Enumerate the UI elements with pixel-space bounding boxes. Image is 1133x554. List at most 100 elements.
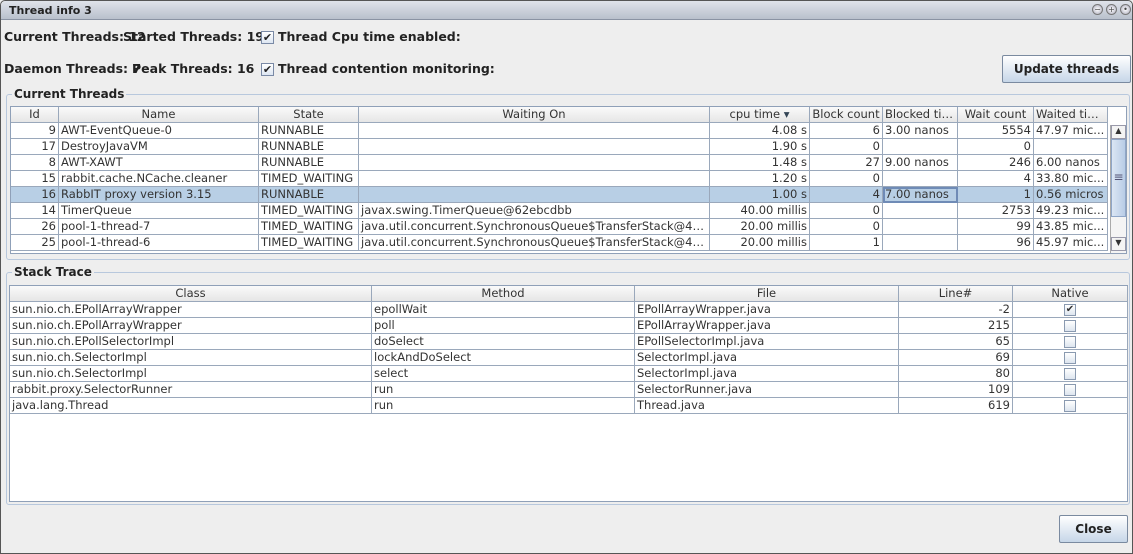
cell: 25 [11,235,59,251]
cell: TIMED_WAITING [259,235,359,251]
cell [883,219,958,235]
cell: 4.08 s [710,123,810,139]
cell: 7.00 nanos [883,187,958,203]
cell: 80 [899,366,1013,382]
cell [359,171,710,187]
column-header-method[interactable]: Method [372,286,635,302]
cell: 0 [810,203,883,219]
contention-checkbox[interactable]: ✔ [261,63,274,76]
column-header-wait-count[interactable]: Wait count [958,107,1034,123]
scroll-track[interactable] [1111,217,1126,237]
column-header-block-count[interactable]: Block count [810,107,883,123]
column-label: Waited time [1036,107,1106,121]
stack-trace-table[interactable]: Class Method File Line# Native sun.nio.ch.EPo… [9,285,1128,502]
cpu-time-label: Thread Cpu time enabled: [278,29,461,44]
table-row[interactable]: sun.nio.ch.EPollArrayWrapper poll EPollArr… [10,318,1128,334]
cell [1013,382,1128,398]
table-row[interactable]: java.lang.Thread run Thread.java 619 [10,398,1128,414]
cell: RUNNABLE [259,155,359,171]
checked-checkbox[interactable]: ✔ [1064,303,1076,316]
column-header-file[interactable]: File [635,286,899,302]
threads-table[interactable]: Id Name State Waiting On cpu time ▾ Block cou… [10,106,1127,254]
close-window-icon[interactable]: • [1120,4,1131,15]
current-threads-title: Current Threads [12,87,127,101]
table-row[interactable]: 14 TimerQueue TIMED_WAITING javax.swing.Tim… [11,203,1108,219]
table-row[interactable]: sun.nio.ch.EPollSelectorImpl doSelect EPol… [10,334,1128,350]
cell: 4 [810,187,883,203]
unchecked-checkbox[interactable] [1064,399,1076,412]
column-header-waiting-on[interactable]: Waiting On [359,107,710,123]
update-threads-button[interactable]: Update threads [1002,55,1131,83]
cell: 6 [810,123,883,139]
column-header-line-[interactable]: Line# [899,286,1013,302]
cell: 0.56 micros [1034,187,1108,203]
cell [1013,350,1128,366]
cell: java.lang.Thread [10,398,372,414]
column-label: Wait count [964,107,1027,121]
cell: select [372,366,635,382]
cell: sun.nio.ch.EPollSelectorImpl [10,334,372,350]
table-row[interactable]: rabbit.proxy.SelectorRunner run SelectorRu… [10,382,1128,398]
cell: 99 [958,219,1034,235]
scrollbar-thumb[interactable]: ≡ [1111,139,1126,217]
unchecked-checkbox[interactable] [1064,383,1076,396]
minimize-icon[interactable]: − [1092,4,1103,15]
cell: -2 [899,302,1013,318]
cell: 8 [11,155,59,171]
table-row[interactable]: sun.nio.ch.SelectorImpl lockAndDoSelect Se… [10,350,1128,366]
cell: TIMED_WAITING [259,219,359,235]
cell: 4 [958,171,1034,187]
column-header-id[interactable]: Id [11,107,59,123]
thread-info-window: Thread info 3 − + • Current Threads: 12 … [0,0,1133,554]
scroll-down-icon[interactable]: ▼ [1111,237,1126,251]
table-row[interactable]: 25 pool-1-thread-6 TIMED_WAITING java.util.… [11,235,1108,251]
scroll-up-icon[interactable]: ▲ [1111,125,1126,139]
column-label: Waiting On [502,107,566,121]
table-row[interactable]: 26 pool-1-thread-7 TIMED_WAITING java.util.… [11,219,1108,235]
table-row[interactable]: 15 rabbit.cache.NCache.cleaner TIMED_WAITI… [11,171,1108,187]
cell: 1.00 s [710,187,810,203]
table-header: Class Method File Line# Native [10,286,1128,302]
cell: TIMED_WAITING [259,203,359,219]
cell: 1.90 s [710,139,810,155]
cpu-time-checkbox[interactable]: ✔ [261,31,274,44]
table-row[interactable]: 16 RabbIT proxy version 3.15 RUNNABLE 1.00 … [11,187,1108,203]
column-label: File [756,286,777,300]
cell: DestroyJavaVM [59,139,259,155]
table-row[interactable]: sun.nio.ch.SelectorImpl select SelectorImp… [10,366,1128,382]
cell: sun.nio.ch.SelectorImpl [10,366,372,382]
cell [359,155,710,171]
unchecked-checkbox[interactable] [1064,335,1076,348]
cell: 96 [958,235,1034,251]
maximize-icon[interactable]: + [1106,4,1117,15]
column-label: Block count [812,107,880,121]
unchecked-checkbox[interactable] [1064,367,1076,380]
cell [1034,139,1108,155]
cell: 65 [899,334,1013,350]
cell: 0 [810,139,883,155]
cell: 1 [958,187,1034,203]
column-header-name[interactable]: Name [59,107,259,123]
column-header-native[interactable]: Native [1013,286,1128,302]
cell: sun.nio.ch.EPollArrayWrapper [10,318,372,334]
column-header-state[interactable]: State [259,107,359,123]
unchecked-checkbox[interactable] [1064,319,1076,332]
column-header-class[interactable]: Class [10,286,372,302]
cell: 109 [899,382,1013,398]
column-header-blocked-time[interactable]: Blocked time [883,107,958,123]
table-row[interactable]: 8 AWT-XAWT RUNNABLE 1.48 s 27 9.00 nanos 246 6.… [11,155,1108,171]
vertical-scrollbar[interactable]: ▲ ≡ ▼ [1110,125,1126,253]
cell: 43.85 mic... [1034,219,1108,235]
title-bar[interactable]: Thread info 3 − + • [1,1,1132,20]
column-header-waited-time[interactable]: Waited time [1034,107,1108,123]
table-row[interactable]: 9 AWT-EventQueue-0 RUNNABLE 4.08 s 6 3.00 nan… [11,123,1108,139]
table-row[interactable]: 17 DestroyJavaVM RUNNABLE 1.90 s00 [11,139,1108,155]
cell [883,203,958,219]
table-row[interactable]: sun.nio.ch.EPollArrayWrapper epollWait EPo… [10,302,1128,318]
close-button[interactable]: Close [1059,515,1128,543]
column-header-cpu-time[interactable]: cpu time ▾ [710,107,810,123]
column-label: Name [141,107,176,121]
cell: 1.48 s [710,155,810,171]
unchecked-checkbox[interactable] [1064,351,1076,364]
cell: SelectorRunner.java [635,382,899,398]
